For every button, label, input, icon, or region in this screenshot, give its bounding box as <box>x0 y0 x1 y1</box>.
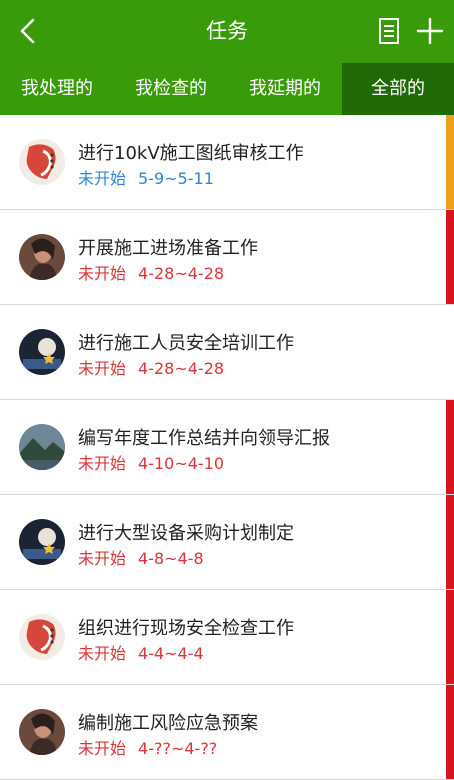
priority-stripe <box>446 210 454 304</box>
task-dates: 4-??~4-?? <box>138 739 218 758</box>
task-title: 编写年度工作总结并向领导汇报 <box>78 428 330 449</box>
status-badge: 未开始 <box>78 549 127 568</box>
priority-stripe <box>446 495 454 589</box>
tab-bar: 我处理的 我检查的 我延期的 全部的 <box>0 63 454 115</box>
document-list-icon[interactable] <box>377 17 403 45</box>
avatar <box>19 424 65 470</box>
task-dates: 4-10~4-10 <box>138 454 225 473</box>
tab-my-handled[interactable]: 我处理的 <box>0 63 114 115</box>
task-row[interactable]: 编写年度工作总结并向领导汇报 未开始 4-10~4-10 <box>0 400 454 495</box>
priority-stripe <box>446 400 454 494</box>
task-title: 进行10kV施工图纸审核工作 <box>78 143 304 164</box>
photo-person-icon <box>19 709 65 755</box>
priority-stripe <box>446 590 454 684</box>
task-row[interactable]: 开展施工进场准备工作 未开始 4-28~4-28 <box>0 210 454 305</box>
status-badge: 未开始 <box>78 454 127 473</box>
task-meta: 未开始 5-9~5-11 <box>78 165 214 189</box>
task-title: 进行大型设备采购计划制定 <box>78 523 294 544</box>
back-arrow-icon[interactable] <box>14 17 42 45</box>
task-meta: 未开始 4-??~4-?? <box>78 735 217 759</box>
avatar <box>19 519 65 565</box>
status-badge: 未开始 <box>78 739 127 758</box>
task-row[interactable]: 组织进行现场安全检查工作 未开始 4-4~4-4 <box>0 590 454 685</box>
task-row[interactable]: 编制施工风险应急预案 未开始 4-??~4-?? <box>0 685 454 780</box>
task-dates: 4-4~4-4 <box>138 644 204 663</box>
task-dates: 4-8~4-8 <box>138 549 204 568</box>
task-meta: 未开始 4-28~4-28 <box>78 355 224 379</box>
status-badge: 未开始 <box>78 359 127 378</box>
red-chat-logo-icon <box>19 139 65 185</box>
task-title: 组织进行现场安全检查工作 <box>78 618 294 639</box>
task-list: 进行10kV施工图纸审核工作 未开始 5-9~5-11 开展施工进场准备工作 未开… <box>0 115 454 780</box>
top-bar: 任务 <box>0 0 454 63</box>
status-badge: 未开始 <box>78 169 127 188</box>
priority-stripe <box>446 685 454 779</box>
avatar <box>19 234 65 280</box>
avatar <box>19 614 65 660</box>
status-badge: 未开始 <box>78 264 127 283</box>
avatar <box>19 709 65 755</box>
task-title: 开展施工进场准备工作 <box>78 238 258 259</box>
priority-stripe <box>446 115 454 209</box>
task-meta: 未开始 4-10~4-10 <box>78 450 224 474</box>
task-meta: 未开始 4-4~4-4 <box>78 640 204 664</box>
avatar <box>19 139 65 185</box>
avatar <box>19 329 65 375</box>
task-meta: 未开始 4-8~4-8 <box>78 545 204 569</box>
photo-landscape-icon <box>19 424 65 470</box>
task-title: 进行施工人员安全培训工作 <box>78 333 294 354</box>
task-row[interactable]: 进行大型设备采购计划制定 未开始 4-8~4-8 <box>0 495 454 590</box>
tab-my-delayed[interactable]: 我延期的 <box>228 63 342 115</box>
task-dates: 4-28~4-28 <box>138 264 225 283</box>
task-row[interactable]: 进行10kV施工图纸审核工作 未开始 5-9~5-11 <box>0 115 454 210</box>
status-badge: 未开始 <box>78 644 127 663</box>
photo-person-icon <box>19 234 65 280</box>
photo-dark-icon <box>19 519 65 565</box>
task-dates: 5-9~5-11 <box>138 169 214 188</box>
red-chat-logo-icon <box>19 614 65 660</box>
task-row[interactable]: 进行施工人员安全培训工作 未开始 4-28~4-28 <box>0 305 454 400</box>
tab-my-checked[interactable]: 我检查的 <box>114 63 228 115</box>
task-meta: 未开始 4-28~4-28 <box>78 260 224 284</box>
task-title: 编制施工风险应急预案 <box>78 713 258 734</box>
photo-dark-icon <box>19 329 65 375</box>
task-dates: 4-28~4-28 <box>138 359 225 378</box>
tab-all[interactable]: 全部的 <box>342 63 454 115</box>
plus-icon[interactable] <box>416 17 444 45</box>
